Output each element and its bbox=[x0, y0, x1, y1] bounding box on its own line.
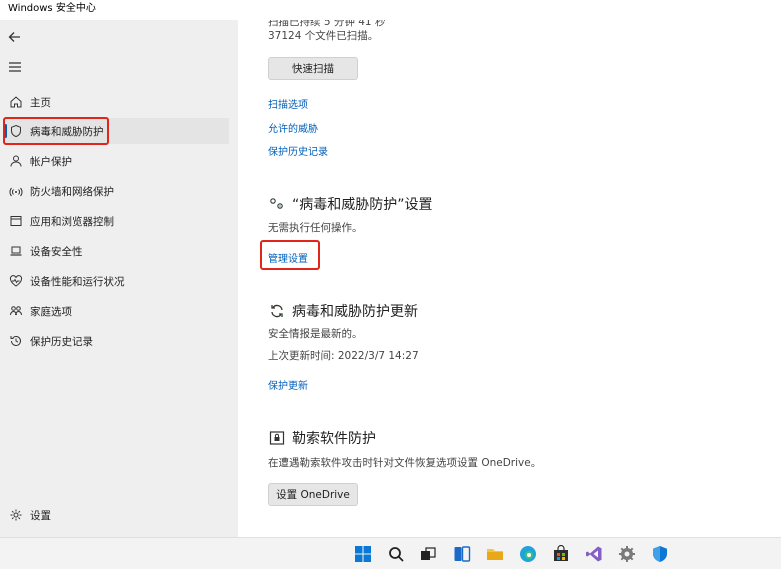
store-icon[interactable] bbox=[550, 543, 572, 565]
task-view-icon[interactable] bbox=[417, 543, 439, 565]
family-icon bbox=[8, 303, 24, 319]
sidebar-item-home[interactable]: 主页 bbox=[4, 89, 229, 115]
sidebar-item-label: 主页 bbox=[30, 96, 51, 109]
sidebar-item-firewall[interactable]: 防火墙和网络保护 bbox=[4, 178, 229, 204]
start-icon[interactable] bbox=[352, 543, 374, 565]
settings-app-icon[interactable] bbox=[616, 543, 638, 565]
sidebar-item-account[interactable]: 帐户保护 bbox=[4, 148, 229, 174]
updates-section-status: 安全情报是最新的。 bbox=[268, 328, 363, 340]
security-center-window: Windows 安全中心 主页 病毒和威胁防护 帐户保护 防火墙和网络保护 应用… bbox=[0, 0, 781, 537]
settings-section-title: “病毒和威胁防护”设置 bbox=[268, 194, 433, 214]
sidebar-item-label: 家庭选项 bbox=[30, 305, 72, 318]
gear-icon bbox=[8, 507, 24, 523]
sidebar-item-protection-history[interactable]: 保护历史记录 bbox=[4, 328, 229, 354]
window-title: Windows 安全中心 bbox=[0, 0, 781, 20]
search-icon[interactable] bbox=[385, 543, 407, 565]
allowed-threats-link[interactable]: 允许的威胁 bbox=[268, 120, 318, 135]
wifi-icon bbox=[8, 183, 24, 199]
gear-shield-icon bbox=[268, 195, 286, 213]
sidebar-item-device-security[interactable]: 设备安全性 bbox=[4, 238, 229, 264]
visual-studio-icon[interactable] bbox=[583, 543, 605, 565]
taskbar bbox=[0, 537, 781, 569]
highlight-box-manage-settings bbox=[260, 240, 320, 270]
hamburger-icon bbox=[9, 62, 21, 72]
menu-button[interactable] bbox=[6, 58, 24, 76]
sidebar-item-label: 帐户保护 bbox=[30, 155, 72, 168]
settings-section-status: 无需执行任何操作。 bbox=[268, 222, 363, 234]
scan-file-count: 37124 个文件已扫描。 bbox=[268, 30, 379, 42]
app-window-icon bbox=[8, 213, 24, 229]
history-icon bbox=[8, 333, 24, 349]
sidebar-item-app-browser[interactable]: 应用和浏览器控制 bbox=[4, 208, 229, 234]
folder-lock-icon bbox=[268, 429, 286, 447]
refresh-icon bbox=[268, 302, 286, 320]
scan-options-link[interactable]: 扫描选项 bbox=[268, 96, 308, 111]
ransomware-section-desc: 在遭遇勒索软件攻击时针对文件恢复选项设置 OneDrive。 bbox=[268, 457, 542, 469]
sidebar-item-label: 设备性能和运行状况 bbox=[30, 275, 125, 288]
back-arrow-icon bbox=[8, 32, 20, 42]
sidebar: 主页 病毒和威胁防护 帐户保护 防火墙和网络保护 应用和浏览器控制 设备安全性 … bbox=[0, 20, 238, 537]
sidebar-item-family[interactable]: 家庭选项 bbox=[4, 298, 229, 324]
heart-icon bbox=[8, 273, 24, 289]
home-icon bbox=[8, 94, 24, 110]
sidebar-item-label: 保护历史记录 bbox=[30, 335, 93, 348]
sidebar-item-settings[interactable]: 设置 bbox=[4, 502, 229, 528]
sidebar-item-label: 设备安全性 bbox=[30, 245, 83, 258]
edge-browser-icon[interactable] bbox=[517, 543, 539, 565]
sidebar-item-label: 应用和浏览器控制 bbox=[30, 215, 114, 228]
windows-security-taskbar-icon[interactable] bbox=[649, 543, 671, 565]
highlight-box-virus-protection bbox=[3, 117, 109, 145]
main-content: 扫描已持续 5 分钟 41 秒 37124 个文件已扫描。 快速扫描 扫描选项 … bbox=[238, 20, 781, 537]
quick-scan-button[interactable]: 快速扫描 bbox=[268, 57, 358, 80]
ransomware-section-title: 勒索软件防护 bbox=[268, 428, 376, 448]
updates-section-title: 病毒和威胁防护更新 bbox=[268, 301, 418, 321]
last-update-time: 上次更新时间: 2022/3/7 14:27 bbox=[268, 350, 419, 362]
protection-history-link[interactable]: 保护历史记录 bbox=[268, 143, 328, 158]
sidebar-item-label: 设置 bbox=[30, 509, 51, 522]
sidebar-item-device-health[interactable]: 设备性能和运行状况 bbox=[4, 268, 229, 294]
widgets-icon[interactable] bbox=[451, 543, 473, 565]
file-explorer-icon[interactable] bbox=[484, 543, 506, 565]
protection-updates-link[interactable]: 保护更新 bbox=[268, 377, 308, 392]
laptop-icon bbox=[8, 243, 24, 259]
sidebar-item-label: 防火墙和网络保护 bbox=[30, 185, 114, 198]
back-button[interactable] bbox=[6, 28, 24, 46]
setup-onedrive-button[interactable]: 设置 OneDrive bbox=[268, 483, 358, 506]
person-icon bbox=[8, 153, 24, 169]
